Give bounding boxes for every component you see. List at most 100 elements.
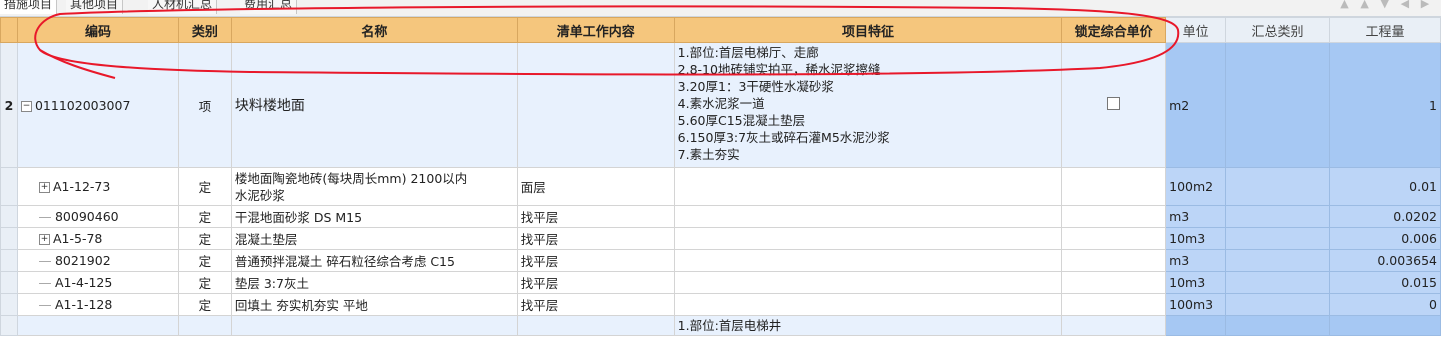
qty-cell[interactable] — [1329, 315, 1441, 336]
unit-cell[interactable] — [1165, 315, 1227, 336]
row-number[interactable] — [0, 205, 18, 228]
table-row[interactable]: A1-1-128 定 回填土 夯实机夯实 平地 找平层 100m3 0 — [0, 293, 1441, 316]
type-cell[interactable]: 定 — [177, 271, 232, 294]
qty-cell[interactable]: 1 — [1329, 42, 1441, 168]
name-cell[interactable]: 回填土 夯实机夯实 平地 — [230, 293, 518, 316]
unit-cell[interactable]: 100m3 — [1165, 293, 1227, 316]
category-cell[interactable] — [1225, 293, 1330, 316]
name-cell[interactable]: 垫层 3:7灰土 — [230, 271, 518, 294]
category-cell[interactable] — [1225, 227, 1330, 250]
lock-price-cell[interactable] — [1061, 315, 1167, 336]
name-cell[interactable]: 块料楼地面 — [230, 42, 518, 168]
table-row[interactable]: 1.部位:首层电梯井 — [0, 315, 1441, 336]
unit-cell[interactable]: 10m3 — [1165, 227, 1227, 250]
name-cell[interactable] — [230, 315, 518, 336]
category-cell[interactable] — [1225, 205, 1330, 228]
tab-other-items[interactable]: 其他项目 — [66, 0, 124, 14]
left-arrow-icon[interactable]: ◀ — [1397, 0, 1413, 10]
unit-cell[interactable]: 100m2 — [1165, 167, 1227, 206]
expand-icon[interactable]: + — [38, 182, 50, 193]
unit-cell[interactable]: 10m3 — [1165, 271, 1227, 294]
code-cell[interactable]: + A1-12-73 — [16, 167, 179, 206]
name-cell[interactable]: 普通预拌混凝土 碎石粒径综合考虑 C15 — [230, 249, 518, 272]
row-number[interactable] — [0, 293, 18, 316]
lock-price-cell[interactable] — [1061, 293, 1167, 316]
table-row[interactable]: A1-4-125 定 垫层 3:7灰土 找平层 10m3 0.015 — [0, 271, 1441, 294]
tab-labor-material-machine[interactable]: 人材机汇总 — [148, 0, 218, 14]
work-cell[interactable]: 找平层 — [516, 205, 675, 228]
type-cell[interactable]: 定 — [177, 167, 232, 206]
col-header-type[interactable]: 类别 — [177, 17, 232, 43]
type-cell[interactable] — [177, 315, 232, 336]
row-number[interactable] — [0, 315, 18, 336]
lock-price-cell[interactable] — [1061, 271, 1167, 294]
row-number[interactable] — [0, 227, 18, 250]
table-row[interactable]: 8021902 定 普通预拌混凝土 碎石粒径综合考虑 C15 找平层 m3 0.… — [0, 249, 1441, 272]
features-cell[interactable]: 1.部位:首层电梯井 — [673, 315, 1063, 336]
qty-cell[interactable]: 0.015 — [1329, 271, 1441, 294]
features-cell[interactable] — [673, 249, 1063, 272]
qty-cell[interactable]: 0.003654 — [1329, 249, 1441, 272]
type-cell[interactable]: 定 — [177, 249, 232, 272]
right-arrow-icon[interactable]: ▶ — [1417, 0, 1433, 10]
row-number[interactable]: 2 — [0, 42, 18, 168]
type-cell[interactable]: 项 — [177, 42, 232, 168]
col-header-lock-price[interactable]: 锁定综合单价 — [1061, 17, 1167, 43]
work-cell[interactable]: 面层 — [516, 167, 675, 206]
expand-icon[interactable]: + — [38, 234, 50, 245]
lock-price-cell[interactable] — [1061, 227, 1167, 250]
work-cell[interactable] — [516, 42, 675, 168]
name-cell[interactable]: 干混地面砂浆 DS M15 — [230, 205, 518, 228]
category-cell[interactable] — [1225, 42, 1330, 168]
col-header-code[interactable]: 编码 — [16, 17, 179, 43]
work-cell[interactable] — [516, 315, 675, 336]
work-cell[interactable]: 找平层 — [516, 271, 675, 294]
col-header-unit[interactable]: 单位 — [1165, 17, 1227, 43]
move-top-icon[interactable]: ▲ — [1336, 0, 1352, 10]
lock-price-cell[interactable] — [1061, 249, 1167, 272]
col-header-name[interactable]: 名称 — [230, 17, 518, 43]
qty-cell[interactable]: 0 — [1329, 293, 1441, 316]
unit-cell[interactable]: m3 — [1165, 249, 1227, 272]
lock-price-checkbox[interactable] — [1107, 97, 1121, 110]
qty-cell[interactable]: 0.006 — [1329, 227, 1441, 250]
name-cell[interactable]: 混凝土垫层 — [230, 227, 518, 250]
features-cell[interactable] — [673, 167, 1063, 206]
code-cell[interactable]: A1-4-125 — [16, 271, 179, 294]
tab-cost-summary[interactable]: 费用汇总 — [240, 0, 298, 14]
features-cell[interactable] — [673, 293, 1063, 316]
category-cell[interactable] — [1225, 271, 1330, 294]
corner-cell[interactable] — [0, 17, 18, 43]
name-cell[interactable]: 楼地面陶瓷地砖(每块周长mm) 2100以内 水泥砂浆 — [230, 167, 518, 206]
code-cell[interactable] — [16, 315, 179, 336]
collapse-icon[interactable]: − — [20, 100, 32, 112]
work-cell[interactable]: 找平层 — [516, 227, 675, 250]
unit-cell[interactable]: m3 — [1165, 205, 1227, 228]
col-header-qty[interactable]: 工程量 — [1329, 17, 1441, 43]
code-cell[interactable]: −011102003007 — [16, 42, 179, 168]
row-number[interactable] — [0, 167, 18, 206]
features-cell[interactable] — [673, 205, 1063, 228]
work-cell[interactable]: 找平层 — [516, 249, 675, 272]
qty-cell[interactable]: 0.0202 — [1329, 205, 1441, 228]
tab-measures[interactable]: 措施项目 — [0, 0, 58, 14]
lock-price-cell[interactable] — [1061, 167, 1167, 206]
category-cell[interactable] — [1225, 249, 1330, 272]
row-number[interactable] — [0, 271, 18, 294]
features-cell[interactable] — [673, 227, 1063, 250]
lock-price-cell[interactable] — [1061, 205, 1167, 228]
unit-cell[interactable]: m2 — [1165, 42, 1227, 168]
col-header-features[interactable]: 项目特征 — [673, 17, 1063, 43]
table-row[interactable]: 80090460 定 干混地面砂浆 DS M15 找平层 m3 0.0202 — [0, 205, 1441, 228]
table-row[interactable]: + A1-12-73 定 楼地面陶瓷地砖(每块周长mm) 2100以内 水泥砂浆 … — [0, 167, 1441, 206]
table-row[interactable]: 2 −011102003007 项 块料楼地面 1.部位:首层电梯厅、走廊 2.… — [0, 42, 1441, 168]
category-cell[interactable] — [1225, 315, 1330, 336]
col-header-category[interactable]: 汇总类别 — [1225, 17, 1330, 43]
type-cell[interactable]: 定 — [177, 205, 232, 228]
type-cell[interactable]: 定 — [177, 227, 232, 250]
move-down-icon[interactable]: ▼ — [1377, 0, 1393, 10]
code-cell[interactable]: A1-1-128 — [16, 293, 179, 316]
row-number[interactable] — [0, 249, 18, 272]
type-cell[interactable]: 定 — [177, 293, 232, 316]
category-cell[interactable] — [1225, 167, 1330, 206]
